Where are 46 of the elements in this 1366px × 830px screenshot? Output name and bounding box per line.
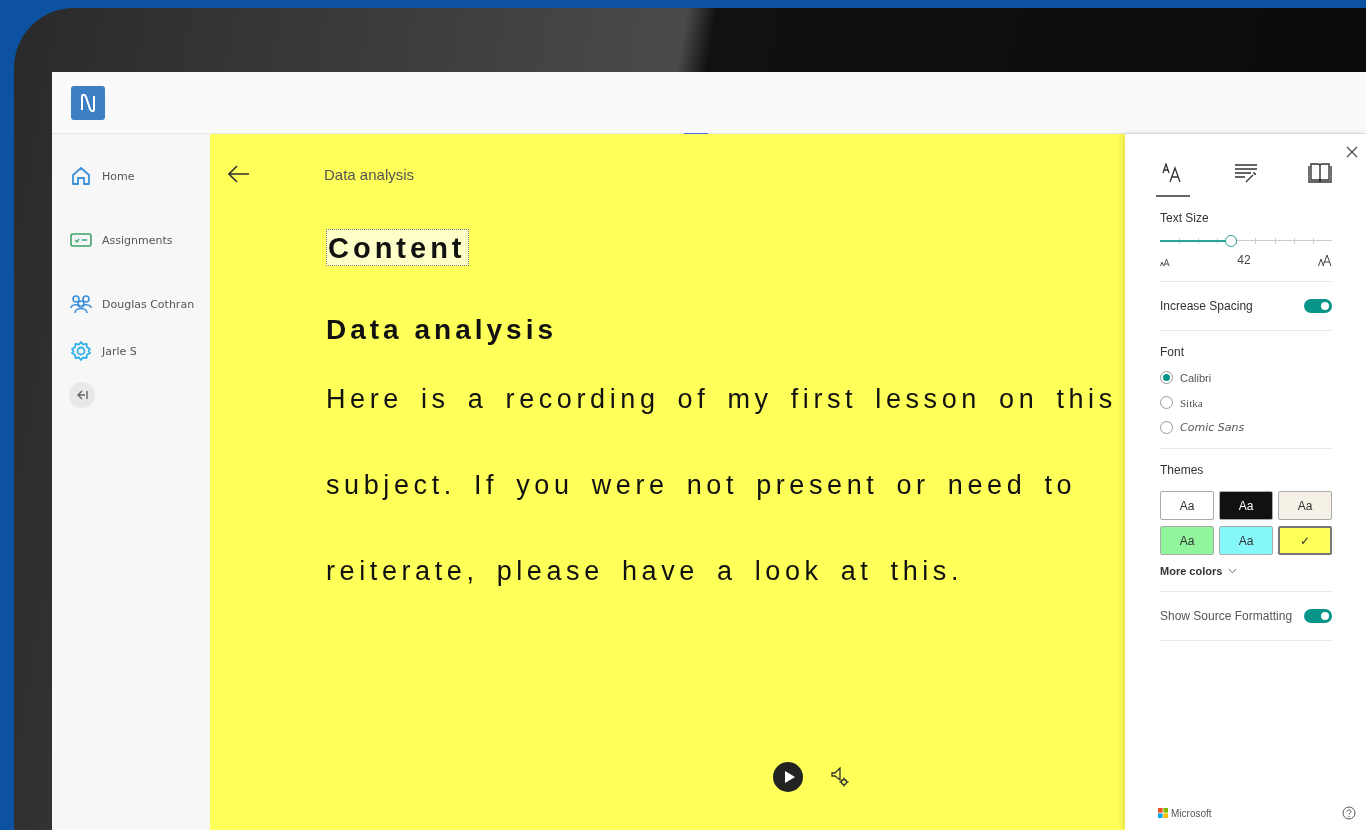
document-title: Data analysis: [324, 165, 415, 183]
section-label: Font: [1160, 345, 1185, 359]
collapse-icon[interactable]: [69, 382, 95, 408]
content-heading: Content: [326, 229, 469, 266]
play-icon: [783, 770, 796, 784]
large-text-icon: [1318, 254, 1332, 267]
sidebar-item[interactable]: Jarle S: [102, 344, 137, 358]
chevron-down-icon[interactable]: [1228, 568, 1238, 574]
microsoft-logo-icon: [1158, 808, 1168, 818]
font-option[interactable]: Calibri: [1180, 371, 1212, 384]
voice-settings-icon[interactable]: [831, 767, 849, 787]
play-button[interactable]: [773, 762, 803, 792]
theme-swatch[interactable]: Aa: [1160, 526, 1214, 555]
body-paragraph: Here is a recording of my first lesson on this subject. If you were not present or need to reiterate, please have a look at this.: [326, 383, 1118, 588]
increase-spacing-toggle[interactable]: [1304, 299, 1332, 313]
section-label: Themes: [1160, 463, 1205, 477]
close-icon[interactable]: [1346, 146, 1358, 158]
source-formatting-toggle[interactable]: [1304, 609, 1332, 623]
theme-swatch[interactable]: Aa: [1278, 491, 1332, 520]
home-icon[interactable]: [70, 165, 92, 187]
brand-name: Microsoft: [1171, 807, 1212, 819]
font-option[interactable]: Comic Sans: [1180, 421, 1245, 434]
book-icon: [1308, 162, 1332, 184]
sidebar-item[interactable]: Assignments: [102, 233, 173, 247]
theme-swatch[interactable]: Aa: [1219, 526, 1273, 555]
app-logo-icon[interactable]: [71, 85, 105, 120]
theme-swatch[interactable]: Aa: [1160, 491, 1214, 520]
help-icon[interactable]: [1342, 806, 1356, 820]
section-heading: Data analysis: [326, 314, 558, 346]
sidebar-item[interactable]: Home: [102, 169, 135, 183]
text-size-slider[interactable]: [1160, 235, 1332, 247]
assignment-card-icon[interactable]: [70, 232, 92, 248]
sidebar-item[interactable]: Douglas Cothran: [102, 297, 195, 311]
theme-swatch[interactable]: Aa: [1219, 491, 1273, 520]
theme-swatch[interactable]: ✓: [1278, 526, 1332, 555]
toggle-label: Show Source Formatting: [1160, 609, 1293, 623]
settings-icon[interactable]: [70, 340, 92, 362]
text-size-value: 42: [1237, 253, 1251, 267]
text-lines-wand-icon: [1234, 163, 1258, 183]
section-label: Text Size: [1160, 211, 1210, 225]
more-colors-link[interactable]: More colors: [1160, 565, 1223, 577]
small-text-icon: [1160, 258, 1170, 267]
back-arrow-icon[interactable]: [228, 165, 250, 183]
font-option[interactable]: Sitka: [1180, 396, 1203, 409]
toggle-label: Increase Spacing: [1160, 299, 1253, 313]
people-icon[interactable]: [70, 294, 92, 314]
